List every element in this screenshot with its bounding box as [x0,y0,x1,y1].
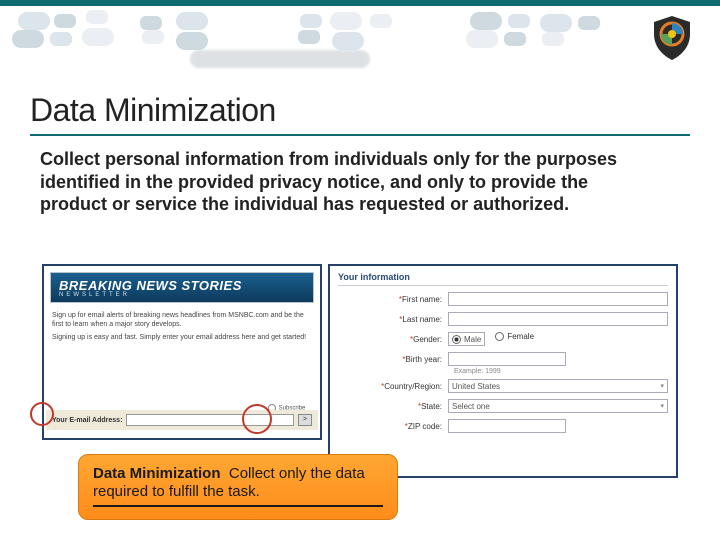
go-button[interactable]: > [298,414,312,426]
gender-male-radio[interactable]: Male [448,332,485,346]
email-label: Your E-mail Address: [52,417,122,424]
last-name-field: *Last name: [338,312,668,326]
newsletter-banner: BREAKING NEWS STORIES NEWSLETTER [50,272,314,303]
country-field: *Country/Region: United States ▾ [338,379,668,393]
first-name-input[interactable] [448,292,668,306]
first-name-label: First name: [402,295,442,304]
gender-female-radio[interactable]: Female [495,332,534,346]
country-select[interactable]: United States ▾ [448,379,668,393]
chevron-down-icon: ▾ [660,402,664,410]
callout-underline [93,505,383,507]
callout-bold: Data Minimization [93,465,221,482]
annotation-circle-right [242,404,272,434]
birth-year-input[interactable] [448,352,566,366]
chevron-down-icon: ▾ [660,382,664,390]
your-information-panel: Your information *First name: *Last name… [328,264,678,478]
state-label: State: [421,402,442,411]
zip-label: ZIP code: [408,422,442,431]
title-underline [30,134,690,136]
state-select[interactable]: Select one ▾ [448,399,668,413]
country-value: United States [452,382,500,391]
callout-box: Data Minimization Collect only the data … [78,454,398,520]
gender-label: Gender: [413,335,442,344]
email-row: Your E-mail Address: > [46,410,318,430]
example-screenshots: BREAKING NEWS STORIES NEWSLETTER Sign up… [42,264,678,478]
state-field: *State: Select one ▾ [338,399,668,413]
country-label: Country/Region: [384,382,442,391]
zip-field: *ZIP code: [338,419,668,433]
newsletter-panel: BREAKING NEWS STORIES NEWSLETTER Sign up… [42,264,322,440]
top-accent-bar [0,0,720,6]
first-name-field: *First name: [338,292,668,306]
newsletter-copy-2: Signing up is easy and fast. Simply ente… [48,331,316,344]
state-value: Select one [452,402,490,411]
birth-year-field: *Birth year: [338,352,668,366]
gender-field: *Gender: Male Female [338,332,668,346]
shield-badge-icon [648,14,696,62]
decorative-blur-bar [190,50,370,68]
annotation-circle-left [30,402,54,426]
birth-year-hint: Example: 1999 [454,368,668,375]
zip-input[interactable] [448,419,566,433]
form-heading: Your information [338,272,668,286]
last-name-input[interactable] [448,312,668,326]
banner-title: BREAKING NEWS STORIES [59,279,305,292]
birth-year-label: Birth year: [406,355,442,364]
newsletter-copy-1: Sign up for email alerts of breaking new… [48,305,316,331]
slide-title: Data Minimization [30,92,276,129]
last-name-label: Last name: [402,315,442,324]
body-paragraph: Collect personal information from indivi… [40,148,660,216]
